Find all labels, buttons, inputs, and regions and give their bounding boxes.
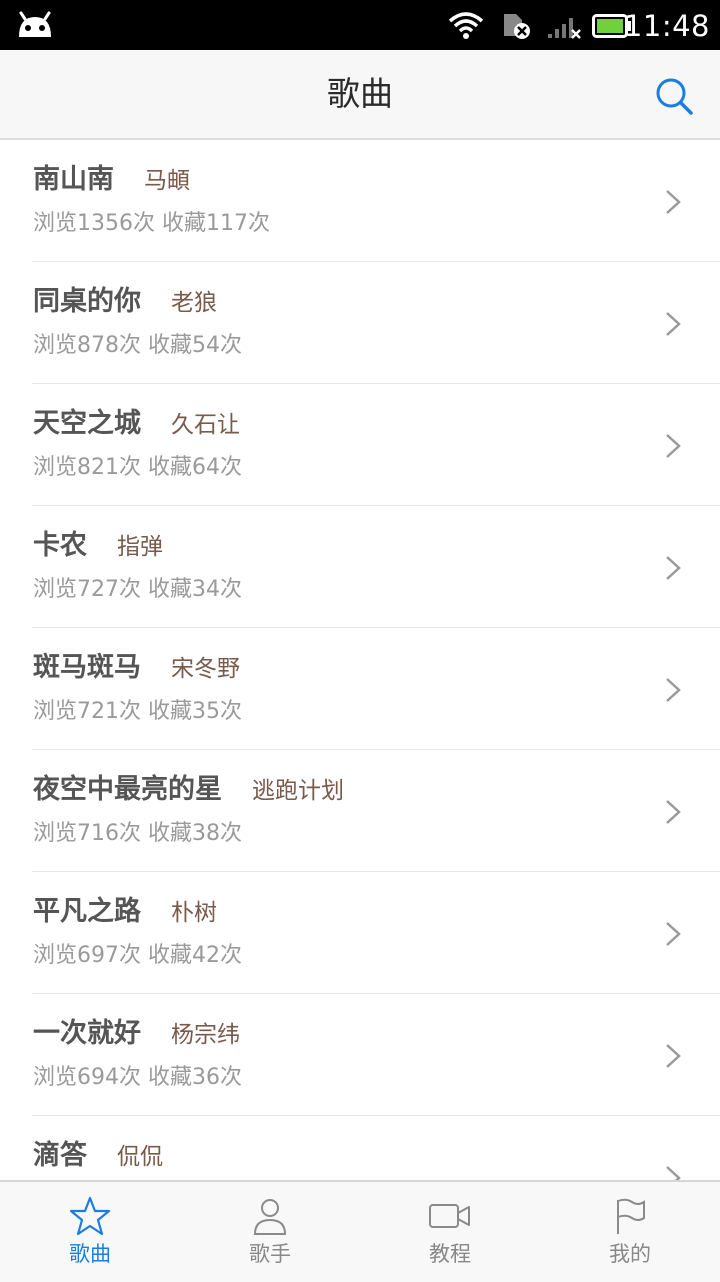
song-artist: 久石让 — [171, 412, 240, 438]
song-stats: 浏览721次 收藏35次 — [33, 699, 242, 724]
list-item[interactable]: 斑马斑马 宋冬野 浏览721次 收藏35次 — [0, 628, 720, 750]
wifi-icon — [448, 12, 484, 39]
list-item[interactable]: 平凡之路 朴树 浏览697次 收藏42次 — [0, 872, 720, 994]
chevron-right-icon — [666, 312, 681, 336]
chevron-right-icon — [666, 1044, 681, 1068]
song-artist: 杨宗纬 — [171, 1022, 240, 1048]
list-item[interactable]: 天空之城 久石让 浏览821次 收藏64次 — [0, 384, 720, 506]
page-title: 歌曲 — [327, 74, 393, 113]
flag-icon — [617, 1198, 645, 1234]
tab-singers[interactable]: 歌手 — [180, 1182, 360, 1282]
video-camera-icon — [429, 1204, 470, 1228]
song-artist: 逃跑计划 — [252, 778, 344, 804]
song-artist: 侃侃 — [117, 1144, 163, 1170]
song-artist: 朴树 — [171, 900, 217, 926]
tab-mine[interactable]: 我的 — [540, 1182, 720, 1282]
tab-label: 歌手 — [249, 1242, 291, 1266]
song-title: 平凡之路 — [33, 896, 141, 927]
song-stats: 浏览821次 收藏64次 — [33, 455, 242, 480]
tab-label: 歌曲 — [69, 1242, 111, 1266]
chevron-right-icon — [666, 678, 681, 702]
chevron-right-icon — [666, 800, 681, 824]
song-title: 卡农 — [33, 530, 87, 561]
search-icon[interactable] — [654, 76, 694, 116]
chevron-right-icon — [666, 556, 681, 580]
song-title: 夜空中最亮的星 — [33, 774, 222, 805]
bottom-nav: 歌曲 歌手 教程 我的 — [0, 1180, 720, 1282]
person-icon — [253, 1199, 287, 1235]
chevron-right-icon — [666, 434, 681, 458]
song-artist: 老狼 — [171, 290, 217, 316]
signal-icon — [548, 18, 581, 39]
list-item[interactable]: 卡农 指弹 浏览727次 收藏34次 — [0, 506, 720, 628]
song-artist: 指弹 — [117, 534, 163, 560]
song-title: 滴答 — [33, 1140, 87, 1171]
song-title: 南山南 — [33, 164, 114, 195]
song-stats: 浏览716次 收藏38次 — [33, 821, 242, 846]
chevron-right-icon — [666, 922, 681, 946]
song-stats: 浏览878次 收藏54次 — [33, 333, 242, 358]
chevron-right-icon — [666, 190, 681, 214]
android-icon — [19, 11, 51, 37]
tab-songs[interactable]: 歌曲 — [0, 1182, 180, 1282]
song-list[interactable]: 南山南 马頔 浏览1356次 收藏117次 同桌的你 老狼 浏览878次 收藏54次… — [0, 140, 720, 1180]
list-item[interactable]: 夜空中最亮的星 逃跑计划 浏览716次 收藏38次 — [0, 750, 720, 872]
list-item[interactable]: 滴答 侃侃 — [0, 1116, 720, 1180]
tab-label: 我的 — [609, 1242, 651, 1266]
tab-tutorials[interactable]: 教程 — [360, 1182, 540, 1282]
song-stats: 浏览1356次 收藏117次 — [33, 211, 270, 236]
song-title: 同桌的你 — [33, 286, 141, 317]
list-item[interactable]: 同桌的你 老狼 浏览878次 收藏54次 — [0, 262, 720, 384]
song-title: 天空之城 — [33, 408, 141, 439]
tab-label: 教程 — [429, 1242, 471, 1266]
status-bar: 11:48 — [0, 0, 720, 50]
star-icon — [69, 1196, 111, 1236]
status-time: 11:48 — [623, 9, 710, 43]
song-artist: 马頔 — [144, 168, 190, 194]
chevron-right-icon — [666, 1166, 681, 1180]
title-bar: 歌曲 — [0, 50, 720, 140]
song-stats: 浏览727次 收藏34次 — [33, 577, 242, 602]
list-item[interactable]: 南山南 马頔 浏览1356次 收藏117次 — [0, 140, 720, 262]
song-title: 一次就好 — [33, 1018, 141, 1049]
list-item[interactable]: 一次就好 杨宗纬 浏览694次 收藏36次 — [0, 994, 720, 1116]
song-stats: 浏览697次 收藏42次 — [33, 943, 242, 968]
no-sim-icon — [504, 14, 530, 39]
song-title: 斑马斑马 — [33, 652, 141, 683]
song-stats: 浏览694次 收藏36次 — [33, 1065, 242, 1090]
song-artist: 宋冬野 — [171, 656, 240, 682]
